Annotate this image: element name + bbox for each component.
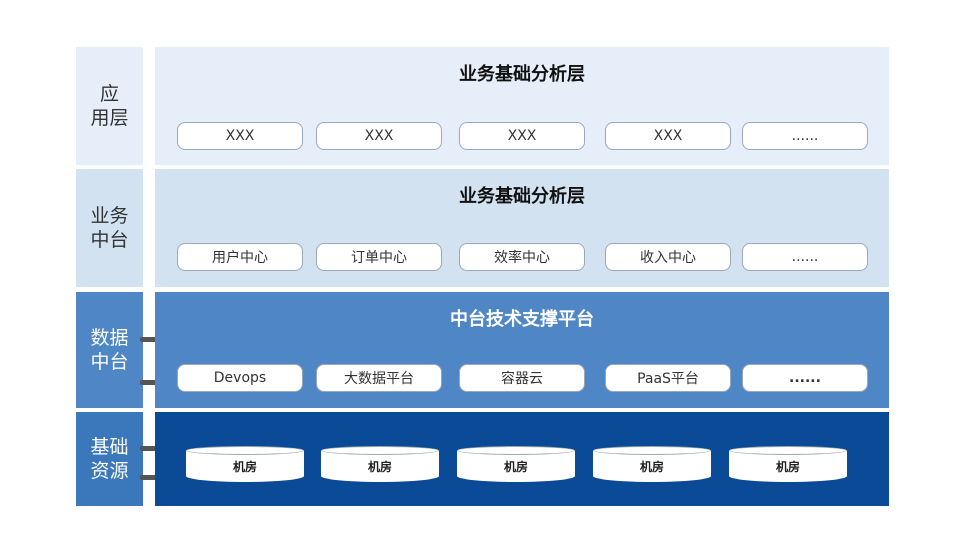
module-box: 订单中心 [316, 243, 442, 271]
module-box: ...... [742, 364, 868, 392]
module-box: 效率中心 [459, 243, 585, 271]
label-app-layer: 应 用层 [76, 47, 143, 165]
module-box: ...... [742, 243, 868, 271]
cylinder-label: 机房 [639, 460, 664, 474]
module-box: XXX [316, 122, 442, 150]
module-box: XXX [177, 122, 303, 150]
cylinder-label: 机房 [232, 460, 257, 474]
module-box: 大数据平台 [316, 364, 442, 392]
module-box: Devops [177, 364, 303, 392]
label-business-platform: 业务 中台 [76, 169, 143, 287]
server-room-cylinder: 机房 [186, 446, 304, 482]
layer-title: 业务基础分析层 [459, 186, 585, 207]
label-infrastructure: 基础 资源 [76, 412, 143, 506]
module-box: PaaS平台 [605, 364, 731, 392]
server-room-cylinder: 机房 [321, 446, 439, 482]
label-data-platform: 数据 中台 [76, 292, 143, 408]
layer-title: 业务基础分析层 [459, 64, 585, 85]
server-room-cylinder: 机房 [593, 446, 711, 482]
cylinder-label: 机房 [775, 460, 800, 474]
module-box: 用户中心 [177, 243, 303, 271]
module-box: XXX [605, 122, 731, 150]
server-room-cylinder: 机房 [457, 446, 575, 482]
cylinder-label: 机房 [367, 460, 392, 474]
module-box: 收入中心 [605, 243, 731, 271]
server-room-cylinder: 机房 [729, 446, 847, 482]
layer-title: 中台技术支撑平台 [450, 309, 594, 330]
cylinder-label: 机房 [503, 460, 528, 474]
module-box: XXX [459, 122, 585, 150]
module-box: ...... [742, 122, 868, 150]
module-box: 容器云 [459, 364, 585, 392]
